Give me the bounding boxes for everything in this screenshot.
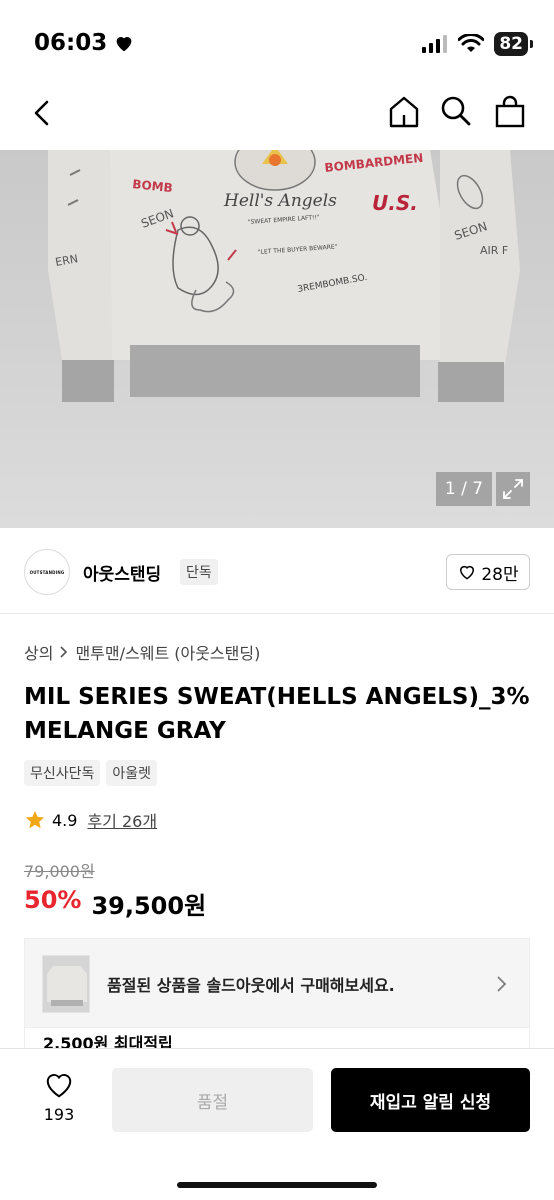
cellular-signal-icon xyxy=(422,35,448,53)
breadcrumb-subcategory[interactable]: 맨투맨/스웨트 (아웃스탠딩) xyxy=(75,640,260,664)
soldout-button[interactable]: 품절 xyxy=(112,1068,313,1132)
heart-filled-icon xyxy=(116,37,132,52)
product-image-gallery[interactable]: Hell's Angels BOMB BOMBARDMEN U.S. SEON … xyxy=(0,150,554,528)
brand-like-button[interactable]: 28만 xyxy=(446,554,530,590)
restock-alert-button[interactable]: 재입고 알림 신청 xyxy=(331,1068,530,1132)
discount-rate: 50% xyxy=(24,886,82,914)
hero-text-us: U.S. xyxy=(372,191,418,215)
product-tag: 무신사단독 xyxy=(24,760,101,786)
hero-text-hells-angels: Hell's Angels xyxy=(223,191,337,211)
image-counter: 1 / 7 xyxy=(436,472,492,506)
chevron-right-icon xyxy=(497,976,507,992)
expand-icon[interactable] xyxy=(496,472,530,506)
status-time-text: 06:03 xyxy=(34,30,108,56)
product-title: MIL SERIES SWEAT(HELLS ANGELS)_3% MELANG… xyxy=(24,684,530,744)
soldout-banner[interactable]: 품절된 상품을 솔드아웃에서 구매해보세요. xyxy=(24,938,530,1028)
wishlist-count: 193 xyxy=(43,1105,75,1124)
battery-indicator: 82 xyxy=(494,32,533,56)
brand-logo[interactable]: OUTSTANDING xyxy=(24,549,70,595)
max-points: 2,500원 최대적립 xyxy=(43,1034,173,1049)
product-tags: 무신사단독 아울렛 xyxy=(24,760,158,786)
review-link[interactable]: 후기 26개 xyxy=(87,808,157,832)
exclusive-badge: 단독 xyxy=(180,559,218,585)
brand-row: OUTSTANDING 아웃스탠딩 단독 28만 xyxy=(0,528,554,614)
back-arrow-icon[interactable] xyxy=(28,98,58,128)
status-time: 06:03 xyxy=(34,30,135,56)
home-indicator xyxy=(177,1182,377,1188)
sale-price: 39,500원 xyxy=(91,892,207,920)
rating-score: 4.9 xyxy=(52,810,78,830)
soldout-thumbnail xyxy=(42,955,90,1013)
original-price: 79,000원 xyxy=(24,862,95,881)
points-box: 2,500원 최대적립 xyxy=(24,1027,530,1049)
bottom-action-bar: 193 품절 재입고 알림 신청 xyxy=(0,1048,554,1200)
sweatshirt-thumbnail-image xyxy=(47,966,87,1006)
brand-like-count: 28만 xyxy=(481,564,519,585)
status-bar: 06:03 82 xyxy=(0,0,554,80)
navigation-bar xyxy=(0,80,554,150)
heart-outline-icon xyxy=(460,565,475,580)
wifi-icon xyxy=(458,34,485,52)
heart-outline-icon xyxy=(46,1074,72,1098)
brand-name[interactable]: 아웃스탠딩 xyxy=(83,560,161,585)
search-icon[interactable] xyxy=(440,95,472,127)
home-icon[interactable] xyxy=(388,95,420,129)
product-tag: 아울렛 xyxy=(106,760,158,786)
wishlist-button[interactable]: 193 xyxy=(36,1071,82,1124)
breadcrumb-category[interactable]: 상의 xyxy=(24,640,53,664)
star-icon xyxy=(25,810,45,829)
hero-text-air: AIR F xyxy=(480,244,508,257)
soldout-banner-text: 품절된 상품을 솔드아웃에서 구매해보세요. xyxy=(107,976,395,995)
rating-row: 4.9 후기 26개 xyxy=(24,808,157,832)
shopping-bag-icon[interactable] xyxy=(494,95,526,129)
breadcrumb: 상의 맨투맨/스웨트 (아웃스탠딩) xyxy=(24,640,260,664)
chevron-right-icon xyxy=(60,646,68,658)
status-indicators: 82 xyxy=(422,32,533,56)
price-row: 50% 39,500원 xyxy=(24,886,206,921)
